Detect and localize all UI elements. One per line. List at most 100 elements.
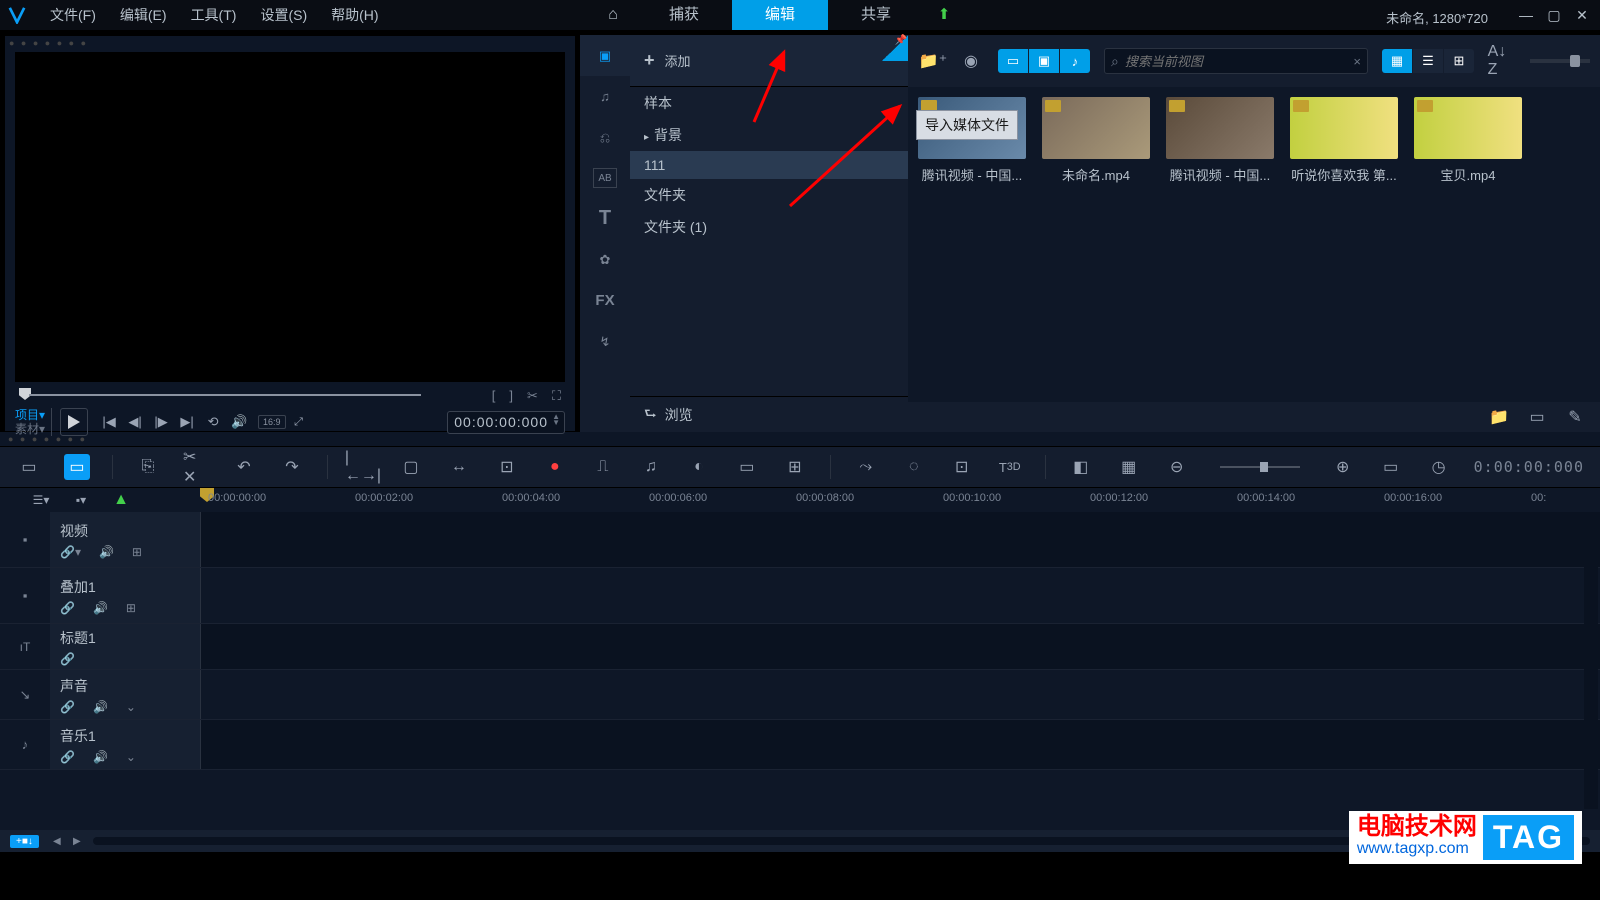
preview-mode-toggle[interactable]: 项目▾ 素材▾	[15, 408, 52, 436]
tab-text-icon[interactable]: T	[580, 198, 630, 239]
close-icon[interactable]: ✕	[1568, 0, 1596, 30]
clear-search-icon[interactable]: ×	[1353, 54, 1361, 69]
expand-icon[interactable]: ⌄	[126, 700, 136, 714]
mute-icon[interactable]: 🔊	[99, 545, 114, 559]
timeline-timecode[interactable]: 0:00:00:000	[1474, 458, 1584, 476]
tab-media-icon[interactable]: ▣	[580, 35, 630, 76]
search-input[interactable]: ⌕ ×	[1104, 48, 1368, 74]
next-frame-icon[interactable]: |▶	[150, 411, 172, 433]
fullscreen-icon[interactable]: ⛶	[552, 388, 561, 404]
scroll-left-icon[interactable]: ◀	[49, 834, 65, 848]
tab-graphic-icon[interactable]: ✿	[580, 239, 630, 280]
ruler-marker-icon[interactable]: ▪▾	[68, 487, 94, 513]
menu-help[interactable]: 帮助(H)	[319, 0, 390, 30]
drag-handle-icon[interactable]: ● ● ● ● ● ● ●	[5, 36, 575, 50]
mute-icon[interactable]: 🔊	[93, 700, 108, 714]
pan-zoom-icon[interactable]: ↔	[446, 454, 472, 480]
minimize-icon[interactable]: —	[1512, 0, 1540, 30]
tab-title-icon[interactable]: AB	[593, 168, 617, 188]
media-thumb[interactable]: 未命名.mp4	[1042, 97, 1150, 184]
resize-clip-icon[interactable]: ⊡	[494, 454, 520, 480]
tab-export[interactable]: ⬆	[924, 0, 964, 30]
tab-audio-icon[interactable]: ♫	[580, 76, 630, 117]
go-end-icon[interactable]: ▶|	[176, 411, 198, 433]
fit-icon[interactable]: ▭	[1378, 454, 1404, 480]
zoom-in-icon[interactable]: ⊕	[1330, 454, 1356, 480]
track-overlay[interactable]: ▪ 叠加1🔗🔊⊞	[0, 568, 1600, 624]
lock-icon[interactable]: ⊞	[132, 545, 142, 559]
lens-icon[interactable]: ▦	[1116, 454, 1142, 480]
link-icon[interactable]: 🔗	[60, 750, 75, 764]
scroll-right-icon[interactable]: ▶	[69, 834, 85, 848]
mask-icon[interactable]: ◐	[686, 454, 712, 480]
menu-file[interactable]: 文件(F)	[38, 0, 108, 30]
preview-scrubber[interactable]: [ ] ✂ ⛶	[19, 388, 561, 402]
tab-share[interactable]: 共享	[828, 0, 924, 30]
pin-icon[interactable]	[882, 35, 908, 61]
filter-image-icon[interactable]: ▣	[1029, 49, 1059, 73]
prev-frame-icon[interactable]: ◀|	[124, 411, 146, 433]
link-icon[interactable]: 🔗	[60, 700, 75, 714]
ruler-opts-icon[interactable]: ☰▾	[28, 487, 54, 513]
media-thumb[interactable]: 宝贝.mp4	[1414, 97, 1522, 184]
track-title[interactable]: ıT 标题1🔗	[0, 624, 1600, 670]
track-voice[interactable]: ↘ 声音🔗🔊⌄	[0, 670, 1600, 720]
filter-video-icon[interactable]: ▭	[998, 49, 1028, 73]
volume-icon[interactable]: 🔊	[228, 411, 250, 433]
tab-transition-icon[interactable]: ⎌	[580, 117, 630, 158]
lock-icon[interactable]: ⊞	[126, 601, 136, 615]
tab-fx-icon[interactable]: FX	[580, 280, 630, 321]
split-icon[interactable]: ✂	[527, 388, 538, 404]
tab-home[interactable]: ⌂	[590, 0, 636, 30]
menu-tools[interactable]: 工具(T)	[179, 0, 249, 30]
media-thumb[interactable]: 腾讯视频 - 中国...	[1166, 97, 1274, 184]
storyboard-view-icon[interactable]: ▭	[16, 454, 42, 480]
crop-icon[interactable]: ▢	[398, 454, 424, 480]
scrub-track[interactable]	[29, 394, 421, 396]
zoom-out-icon[interactable]: ⊖	[1164, 454, 1190, 480]
track-motion-icon[interactable]: ◌	[901, 454, 927, 480]
redo-icon[interactable]: ↷	[279, 454, 305, 480]
capture-icon[interactable]: ◉	[956, 48, 986, 74]
edit-view-icon[interactable]: ✎	[1560, 404, 1590, 430]
record-icon[interactable]: ●	[542, 454, 568, 480]
link-icon[interactable]: 🔗	[60, 601, 75, 615]
track-video[interactable]: ▪ 视频🔗▾🔊⊞	[0, 512, 1600, 568]
sort-icon[interactable]: A↓Z	[1482, 48, 1512, 74]
preview-timecode[interactable]: 00:00:00:000 ▲▼	[447, 411, 565, 434]
aspect-ratio-selector[interactable]: 16:9	[258, 415, 286, 429]
preview-viewport[interactable]	[15, 52, 565, 382]
zoom-slider[interactable]	[1220, 466, 1300, 468]
chapter-icon[interactable]: ▭	[734, 454, 760, 480]
copy-icon[interactable]: ⎘	[135, 454, 161, 480]
view-thumb-icon[interactable]: ▦	[1382, 49, 1412, 73]
play-button[interactable]	[60, 408, 88, 436]
speed-icon[interactable]: ⤳	[853, 454, 879, 480]
import-media-icon[interactable]: 📁⁺	[918, 48, 948, 74]
tab-capture[interactable]: 捕获	[636, 0, 732, 30]
timeline-view-icon[interactable]: ▭	[64, 454, 90, 480]
3d-title-icon[interactable]: T3D	[997, 454, 1023, 480]
add-track-button[interactable]: +■↓	[10, 835, 39, 848]
timeline-ruler[interactable]: ☰▾ ▪▾ ▲ 00:00:00:00 00:00:02:00 00:00:04…	[0, 488, 1600, 512]
tab-path-icon[interactable]: ↯	[580, 321, 630, 362]
mute-icon[interactable]: 🔊	[93, 750, 108, 764]
view-grid-icon[interactable]: ⊞	[1444, 49, 1474, 73]
auto-music-icon[interactable]: ♫	[638, 454, 664, 480]
filter-audio-icon[interactable]: ♪	[1060, 49, 1090, 73]
info-view-icon[interactable]: ▭	[1522, 404, 1552, 430]
menu-edit[interactable]: 编辑(E)	[108, 0, 179, 30]
folder-view-icon[interactable]: 📁	[1484, 404, 1514, 430]
ruler-add-icon[interactable]: ▲	[108, 487, 134, 513]
go-start-icon[interactable]: |◀	[98, 411, 120, 433]
maximize-icon[interactable]: ▢	[1540, 0, 1568, 30]
loop-icon[interactable]: ⟲	[202, 411, 224, 433]
media-thumb[interactable]: 听说你喜欢我 第...	[1290, 97, 1398, 184]
tab-edit[interactable]: 编辑	[732, 0, 828, 30]
grid-icon[interactable]: ⊞	[782, 454, 808, 480]
mute-icon[interactable]: 🔊	[93, 601, 108, 615]
timeline-vscroll[interactable]	[1584, 559, 1598, 809]
track-music[interactable]: ♪ 音乐1🔗🔊⌄	[0, 720, 1600, 770]
mark-in-icon[interactable]: [	[492, 388, 496, 404]
view-list-icon[interactable]: ☰	[1413, 49, 1443, 73]
